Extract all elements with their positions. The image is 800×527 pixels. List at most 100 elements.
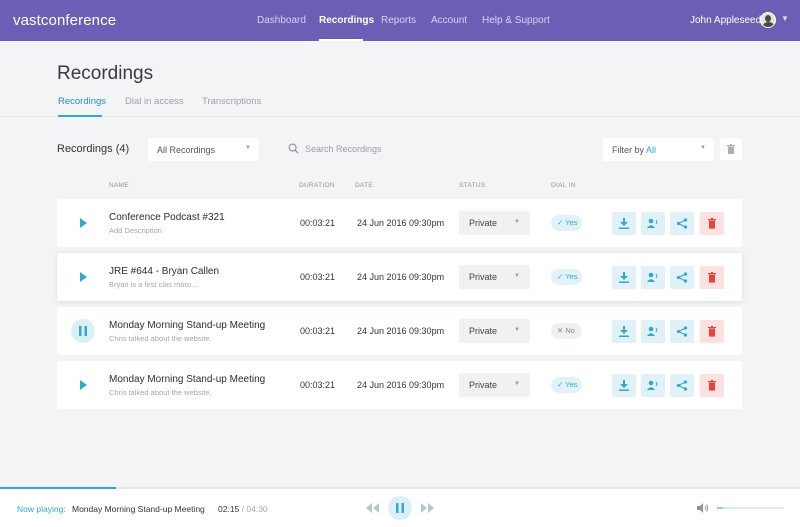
column-header-dial-in[interactable]: DIAL IN xyxy=(551,182,576,189)
bulk-delete-button[interactable] xyxy=(720,138,742,160)
share-button[interactable] xyxy=(670,212,694,235)
column-header-duration[interactable]: DURATION xyxy=(299,182,335,189)
table-row[interactable]: Conference Podcast #321 Add Description 00… xyxy=(57,199,742,247)
download-button[interactable] xyxy=(612,320,636,343)
rewind-icon[interactable] xyxy=(366,503,379,513)
status-select[interactable]: Private ▼ xyxy=(459,373,530,397)
share-icon xyxy=(676,326,688,337)
play-button[interactable] xyxy=(71,265,95,289)
table-row[interactable]: Monday Morning Stand-up Meeting Chris tal… xyxy=(57,361,742,409)
search-input[interactable] xyxy=(305,142,505,156)
player-progress-track[interactable] xyxy=(0,487,800,489)
check-icon: ✓ xyxy=(557,218,564,227)
share-button[interactable] xyxy=(670,320,694,343)
dial-in-value: Yes xyxy=(565,218,578,227)
recording-name[interactable]: JRE #644 - Bryan Callen xyxy=(109,266,219,277)
nav-reports[interactable]: Reports xyxy=(381,15,416,26)
caret-down-icon: ▼ xyxy=(514,381,520,387)
play-button[interactable] xyxy=(71,373,95,397)
dial-in-button[interactable] xyxy=(641,374,665,397)
play-icon xyxy=(80,218,87,228)
column-header-status[interactable]: STATUS xyxy=(459,182,485,189)
fast-forward-icon[interactable] xyxy=(421,503,434,513)
tab-dial-in-access[interactable]: Dial in access xyxy=(125,96,184,107)
play-button[interactable] xyxy=(71,211,95,235)
dial-in-button[interactable] xyxy=(641,266,665,289)
recording-duration: 00:03:21 xyxy=(300,272,336,282)
status-value: Private xyxy=(469,272,498,282)
player-progress-fill xyxy=(0,487,116,489)
recording-name[interactable]: Monday Morning Stand-up Meeting xyxy=(109,320,265,331)
recording-description[interactable]: Bryan is a first clas moro... xyxy=(109,280,197,289)
status-select[interactable]: Private ▼ xyxy=(459,211,530,235)
status-select[interactable]: Private ▼ xyxy=(459,265,530,289)
nav-help-support[interactable]: Help & Support xyxy=(482,15,550,26)
recording-name[interactable]: Monday Morning Stand-up Meeting xyxy=(109,374,265,385)
download-icon xyxy=(619,380,629,391)
pause-icon xyxy=(396,503,404,513)
dial-in-user-icon xyxy=(647,218,658,228)
share-button[interactable] xyxy=(670,266,694,289)
caret-down-icon: ▼ xyxy=(245,145,251,151)
status-value: Private xyxy=(469,326,498,336)
chevron-down-icon[interactable]: ▼ xyxy=(781,14,789,23)
download-icon xyxy=(619,326,629,337)
delete-button[interactable] xyxy=(700,374,724,397)
column-header-name[interactable]: NAME xyxy=(109,182,129,189)
share-button[interactable] xyxy=(670,374,694,397)
recording-date: 24 Jun 2016 09:30pm xyxy=(357,272,445,282)
nav-dashboard[interactable]: Dashboard xyxy=(257,15,306,26)
table-row[interactable]: JRE #644 - Bryan Callen Bryan is a first … xyxy=(57,253,742,301)
play-icon xyxy=(80,272,87,282)
delete-button[interactable] xyxy=(700,266,724,289)
volume-slider[interactable] xyxy=(717,507,784,509)
status-value: Private xyxy=(469,380,498,390)
tab-transcriptions[interactable]: Transcriptions xyxy=(202,96,261,107)
dial-in-badge: ✓ Yes xyxy=(551,215,582,231)
download-button[interactable] xyxy=(612,212,636,235)
table-row[interactable]: Monday Morning Stand-up Meeting Chris tal… xyxy=(57,307,742,355)
volume-icon[interactable] xyxy=(697,503,709,513)
trash-icon xyxy=(708,272,716,283)
nav-recordings[interactable]: Recordings xyxy=(319,15,374,26)
delete-button[interactable] xyxy=(700,212,724,235)
pause-button[interactable] xyxy=(71,319,95,343)
player-pause-button[interactable] xyxy=(388,496,412,520)
download-button[interactable] xyxy=(612,266,636,289)
recordings-filter-select[interactable]: All Recordings ▼ xyxy=(148,138,259,161)
column-header-date[interactable]: DATE xyxy=(355,182,373,189)
caret-down-icon: ▼ xyxy=(514,219,520,225)
avatar[interactable] xyxy=(760,12,776,28)
share-icon xyxy=(676,218,688,229)
pause-icon xyxy=(79,326,87,336)
status-select[interactable]: Private ▼ xyxy=(459,319,530,343)
recording-duration: 00:03:21 xyxy=(300,326,336,336)
dial-in-button[interactable] xyxy=(641,212,665,235)
recording-date: 24 Jun 2016 09:30pm xyxy=(357,326,445,336)
recording-name[interactable]: Conference Podcast #321 xyxy=(109,212,225,223)
total-time: 04:30 xyxy=(246,504,268,514)
filter-by-value: All xyxy=(646,145,657,155)
now-playing-title: Monday Morning Stand-up Meeting xyxy=(72,504,205,514)
recording-duration: 00:03:21 xyxy=(300,218,336,228)
caret-down-icon: ▼ xyxy=(700,145,706,151)
dial-in-user-icon xyxy=(647,272,658,282)
recordings-count: Recordings (4) xyxy=(57,143,130,155)
download-button[interactable] xyxy=(612,374,636,397)
dial-in-button[interactable] xyxy=(641,320,665,343)
check-icon: ✓ xyxy=(557,380,564,389)
tab-active-indicator xyxy=(58,115,102,117)
nav-account[interactable]: Account xyxy=(431,15,467,26)
app-logo[interactable]: vastconference xyxy=(13,12,116,29)
page-header: Recordings Recordings Dial in access Tra… xyxy=(0,41,800,117)
recording-description[interactable]: Chris talked about the website. xyxy=(109,334,212,343)
recording-description[interactable]: Chris talked about the website. xyxy=(109,388,212,397)
tab-recordings[interactable]: Recordings xyxy=(58,96,106,107)
trash-icon xyxy=(727,144,735,154)
user-name[interactable]: John Appleseed xyxy=(690,15,761,26)
delete-button[interactable] xyxy=(700,320,724,343)
recording-date: 24 Jun 2016 09:30pm xyxy=(357,218,445,228)
filter-by-select[interactable]: Filter by All ▼ xyxy=(603,138,714,161)
recording-description[interactable]: Add Description xyxy=(109,226,162,235)
top-navbar: vastconference Dashboard Recordings Repo… xyxy=(0,0,800,41)
